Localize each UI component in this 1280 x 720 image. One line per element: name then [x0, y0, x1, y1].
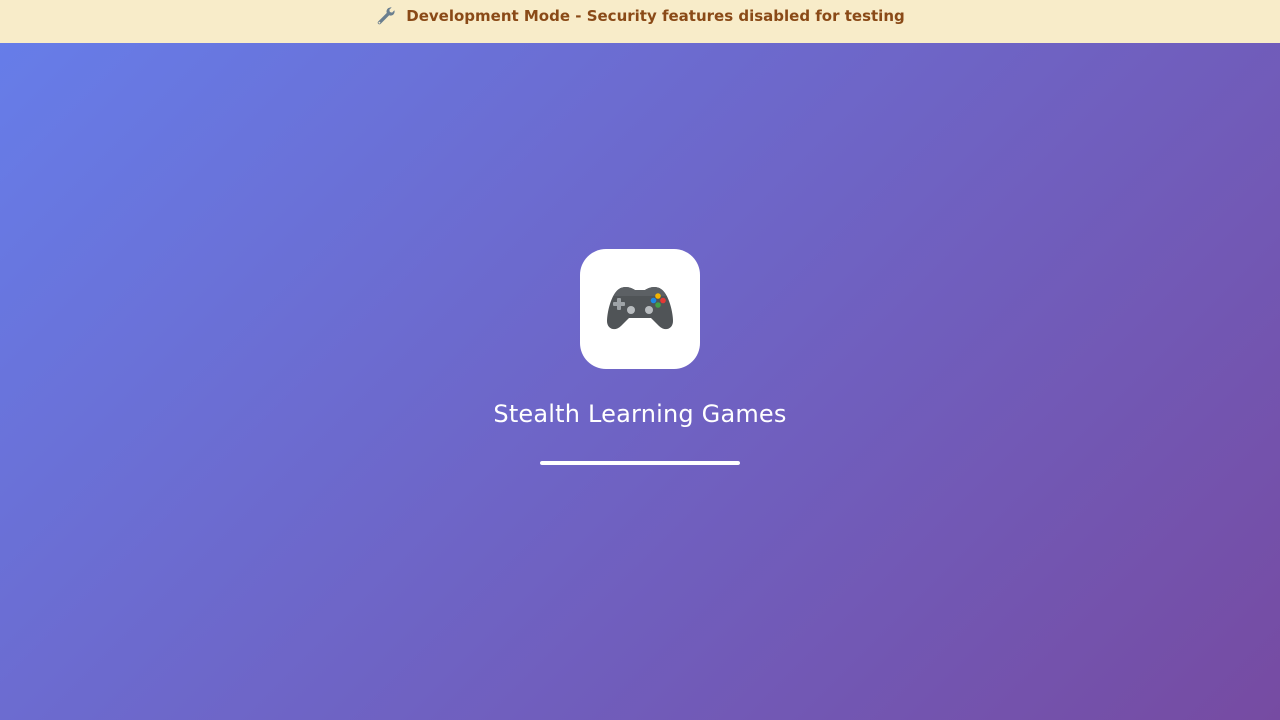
splash-screen: Stealth Learning Games: [0, 249, 1280, 465]
dev-mode-banner-content: Development Mode - Security features dis…: [375, 6, 905, 26]
dev-mode-banner-text: Development Mode - Security features dis…: [406, 7, 905, 25]
wrench-icon: [375, 6, 397, 26]
loading-bar: [540, 461, 740, 465]
app-title: Stealth Learning Games: [493, 400, 787, 428]
app-logo: [580, 249, 700, 369]
dev-mode-banner: Development Mode - Security features dis…: [0, 0, 1280, 43]
game-controller-icon: [605, 281, 675, 337]
loading-bar-fill: [540, 461, 740, 465]
